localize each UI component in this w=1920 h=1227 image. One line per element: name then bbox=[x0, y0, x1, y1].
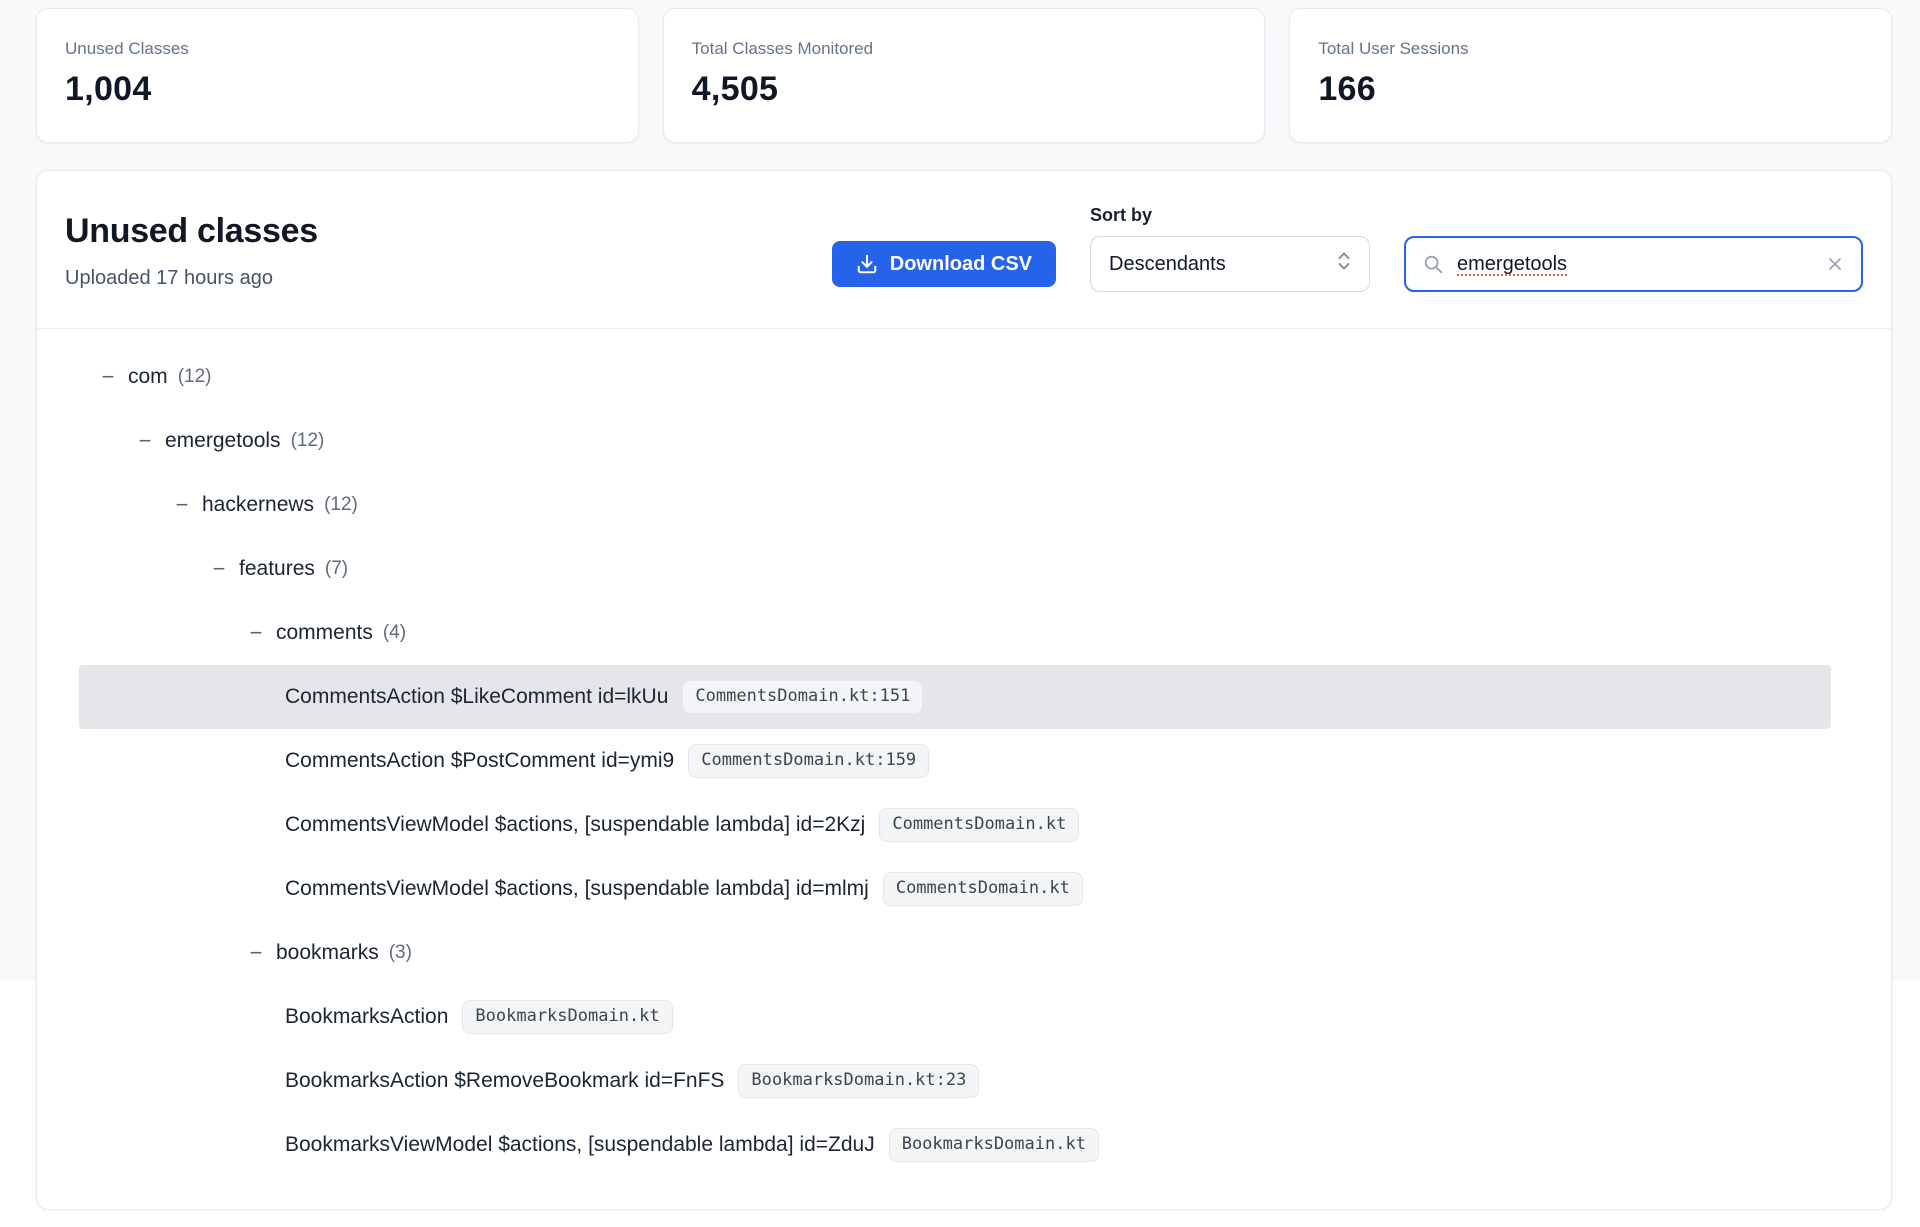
tree-node-count: (12) bbox=[291, 430, 325, 452]
tree-node-label: CommentsViewModel $actions, [suspendable… bbox=[285, 877, 869, 901]
collapse-toggle-icon[interactable]: − bbox=[248, 942, 264, 964]
file-reference-badge: BookmarksDomain.kt bbox=[889, 1128, 1099, 1161]
panel-header-left: Unused classes Uploaded 17 hours ago bbox=[65, 212, 318, 290]
stat-card-total-classes-monitored: Total Classes Monitored 4,505 bbox=[663, 8, 1266, 143]
stat-label: Total User Sessions bbox=[1318, 39, 1863, 59]
page-content: Unused Classes 1,004 Total Classes Monit… bbox=[0, 0, 1920, 1210]
tree-row[interactable]: − hackernews (12) bbox=[79, 473, 1831, 537]
stat-label: Total Classes Monitored bbox=[692, 39, 1237, 59]
tree-node-label: CommentsAction $LikeComment id=lkUu bbox=[285, 685, 668, 709]
collapse-toggle-icon[interactable]: − bbox=[248, 622, 264, 644]
tree-node-count: (7) bbox=[325, 558, 348, 580]
stat-label: Unused Classes bbox=[65, 39, 610, 59]
tree-node-label: emergetools bbox=[165, 429, 281, 453]
upload-timestamp: Uploaded 17 hours ago bbox=[65, 267, 318, 290]
search-icon bbox=[1422, 253, 1444, 275]
clear-search-icon[interactable] bbox=[1825, 254, 1845, 274]
collapse-toggle-icon[interactable]: − bbox=[174, 494, 190, 516]
tree-row[interactable]: CommentsViewModel $actions, [suspendable… bbox=[79, 793, 1831, 857]
download-csv-label: Download CSV bbox=[890, 253, 1032, 276]
tree-node-label: CommentsViewModel $actions, [suspendable… bbox=[285, 813, 865, 837]
sort-select-value: Descendants bbox=[1109, 253, 1226, 276]
unused-classes-tree: − com (12) − emergetools (12) − hackerne… bbox=[37, 329, 1891, 1209]
panel-controls: Download CSV Sort by Descendants bbox=[832, 205, 1863, 292]
tree-node-label: bookmarks bbox=[276, 941, 379, 965]
tree-row[interactable]: BookmarksViewModel $actions, [suspendabl… bbox=[79, 1113, 1831, 1177]
file-reference-badge: CommentsDomain.kt bbox=[879, 808, 1079, 841]
tree-node-label: hackernews bbox=[202, 493, 314, 517]
tree-node-count: (12) bbox=[324, 494, 358, 516]
tree-row[interactable]: − comments (4) bbox=[79, 601, 1831, 665]
collapse-toggle-icon[interactable]: − bbox=[137, 430, 153, 452]
file-reference-badge: BookmarksDomain.kt bbox=[462, 1000, 672, 1033]
panel-header: Unused classes Uploaded 17 hours ago Dow… bbox=[37, 171, 1891, 329]
page-title: Unused classes bbox=[65, 212, 318, 251]
tree-node-label: com bbox=[128, 365, 168, 389]
file-reference-badge: CommentsDomain.kt:159 bbox=[688, 744, 929, 777]
tree-row[interactable]: − bookmarks (3) bbox=[79, 921, 1831, 985]
tree-node-count: (3) bbox=[389, 942, 412, 964]
sort-by-group: Sort by Descendants bbox=[1090, 205, 1370, 292]
file-reference-badge: CommentsDomain.kt:151 bbox=[682, 680, 923, 713]
download-icon bbox=[856, 253, 878, 275]
tree-row[interactable]: BookmarksAction BookmarksDomain.kt bbox=[79, 985, 1831, 1049]
stats-row: Unused Classes 1,004 Total Classes Monit… bbox=[36, 8, 1892, 143]
chevron-up-down-icon bbox=[1335, 250, 1353, 278]
tree-row[interactable]: CommentsViewModel $actions, [suspendable… bbox=[79, 857, 1831, 921]
tree-node-label: comments bbox=[276, 621, 373, 645]
tree-row[interactable]: CommentsAction $PostComment id=ymi9 Comm… bbox=[79, 729, 1831, 793]
stat-value: 4,505 bbox=[692, 70, 1237, 109]
tree-row[interactable]: − features (7) bbox=[79, 537, 1831, 601]
tree-node-label: BookmarksAction bbox=[285, 1005, 448, 1029]
tree-node-label: BookmarksAction $RemoveBookmark id=FnFS bbox=[285, 1069, 724, 1093]
tree-node-count: (12) bbox=[178, 366, 212, 388]
collapse-toggle-icon[interactable]: − bbox=[100, 366, 116, 388]
stat-card-unused-classes: Unused Classes 1,004 bbox=[36, 8, 639, 143]
search-input[interactable] bbox=[1455, 252, 1825, 277]
tree-node-label: CommentsAction $PostComment id=ymi9 bbox=[285, 749, 674, 773]
sort-by-label: Sort by bbox=[1090, 205, 1370, 226]
file-reference-badge: BookmarksDomain.kt:23 bbox=[738, 1064, 979, 1097]
tree-node-label: features bbox=[239, 557, 315, 581]
tree-row[interactable]: CommentsAction $LikeComment id=lkUu Comm… bbox=[79, 665, 1831, 729]
search-box bbox=[1404, 236, 1863, 292]
stat-card-total-user-sessions: Total User Sessions 166 bbox=[1289, 8, 1892, 143]
unused-classes-panel: Unused classes Uploaded 17 hours ago Dow… bbox=[36, 170, 1892, 1210]
collapse-toggle-icon[interactable]: − bbox=[211, 558, 227, 580]
stat-value: 166 bbox=[1318, 70, 1863, 109]
tree-row[interactable]: − com (12) bbox=[79, 345, 1831, 409]
download-csv-button[interactable]: Download CSV bbox=[832, 241, 1056, 287]
file-reference-badge: CommentsDomain.kt bbox=[883, 872, 1083, 905]
sort-select[interactable]: Descendants bbox=[1090, 236, 1370, 292]
tree-row[interactable]: − emergetools (12) bbox=[79, 409, 1831, 473]
tree-node-count: (4) bbox=[383, 622, 406, 644]
tree-node-label: BookmarksViewModel $actions, [suspendabl… bbox=[285, 1133, 875, 1157]
tree-row[interactable]: BookmarksAction $RemoveBookmark id=FnFS … bbox=[79, 1049, 1831, 1113]
stat-value: 1,004 bbox=[65, 70, 610, 109]
